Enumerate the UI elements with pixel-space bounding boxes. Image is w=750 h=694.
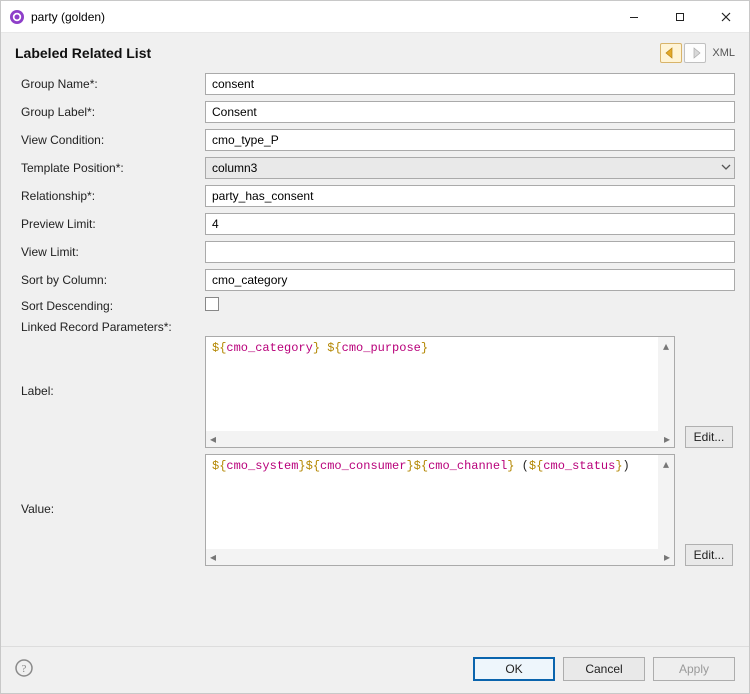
scrollbar-horizontal[interactable]: ◂▸ [206,431,674,447]
input-view-condition[interactable] [205,129,735,151]
label-template-position: Template Position*: [15,161,195,175]
scrollbar-vertical[interactable]: ▴ [658,455,674,549]
window-title: party (golden) [31,10,611,24]
footer: ? OK Cancel Apply [1,646,749,693]
apply-button[interactable]: Apply [653,657,735,681]
label-label-expr: Label: [15,336,195,398]
page-title: Labeled Related List [15,45,658,61]
app-icon [9,9,25,25]
edit-value-button[interactable]: Edit... [685,544,733,566]
caret-up-icon: ▴ [663,457,669,471]
xml-link[interactable]: XML [712,47,735,59]
label-view-limit: View Limit: [15,245,195,259]
close-button[interactable] [703,1,749,33]
textarea-value-expr-content[interactable]: ${cmo_system}${cmo_consumer}${cmo_channe… [206,455,658,549]
caret-right-icon: ▸ [664,550,670,564]
label-relationship: Relationship*: [15,189,195,203]
row-view-condition: View Condition: [15,129,735,151]
textarea-label-expr[interactable]: ${cmo_category} ${cmo_purpose} ▴ ◂▸ [205,336,675,448]
nav-back-button[interactable] [660,43,682,63]
textarea-label-expr-content[interactable]: ${cmo_category} ${cmo_purpose} [206,337,658,431]
help-icon[interactable]: ? [15,659,35,679]
scrollbar-horizontal[interactable]: ◂▸ [206,549,674,565]
window: party (golden) Labeled Related List XML … [0,0,750,694]
input-sort-by-column[interactable] [205,269,735,291]
textarea-value-expr[interactable]: ${cmo_system}${cmo_consumer}${cmo_channe… [205,454,675,566]
caret-up-icon: ▴ [663,339,669,353]
label-sort-descending: Sort Descending: [15,299,195,313]
window-controls [611,1,749,33]
label-preview-limit: Preview Limit: [15,217,195,231]
form: Group Name*: Group Label*: View Conditio… [1,71,749,646]
row-group-label: Group Label*: [15,101,735,123]
input-group-label[interactable] [205,101,735,123]
row-template-position: Template Position*: [15,157,735,179]
scrollbar-vertical[interactable]: ▴ [658,337,674,431]
row-view-limit: View Limit: [15,241,735,263]
input-preview-limit[interactable] [205,213,735,235]
row-label-expr: Label: ${cmo_category} ${cmo_purpose} ▴ … [15,336,735,448]
label-value-expr: Value: [15,454,195,516]
row-preview-limit: Preview Limit: [15,213,735,235]
titlebar: party (golden) [1,1,749,33]
caret-left-icon: ◂ [210,432,216,446]
row-value-expr: Value: ${cmo_system}${cmo_consumer}${cmo… [15,454,735,566]
caret-left-icon: ◂ [210,550,216,564]
row-group-name: Group Name*: [15,73,735,95]
label-view-condition: View Condition: [15,133,195,147]
select-template-position[interactable] [205,157,735,179]
row-relationship: Relationship*: [15,185,735,207]
label-linked-record-parameters: Linked Record Parameters*: [15,320,195,334]
cancel-button[interactable]: Cancel [563,657,645,681]
caret-right-icon: ▸ [664,432,670,446]
input-group-name[interactable] [205,73,735,95]
row-sort-by-column: Sort by Column: [15,269,735,291]
header-row: Labeled Related List XML [1,33,749,71]
input-view-limit[interactable] [205,241,735,263]
svg-text:?: ? [22,663,27,675]
input-relationship[interactable] [205,185,735,207]
label-group-label: Group Label*: [15,105,195,119]
label-group-name: Group Name*: [15,77,195,91]
row-sort-descending: Sort Descending: [15,297,735,314]
row-linked-record-parameters: Linked Record Parameters*: [15,320,735,334]
ok-button[interactable]: OK [473,657,555,681]
edit-label-button[interactable]: Edit... [685,426,733,448]
checkbox-sort-descending[interactable] [205,297,219,311]
label-sort-by-column: Sort by Column: [15,273,195,287]
nav-forward-button[interactable] [684,43,706,63]
maximize-button[interactable] [657,1,703,33]
minimize-button[interactable] [611,1,657,33]
select-template-position-value[interactable] [205,157,735,179]
